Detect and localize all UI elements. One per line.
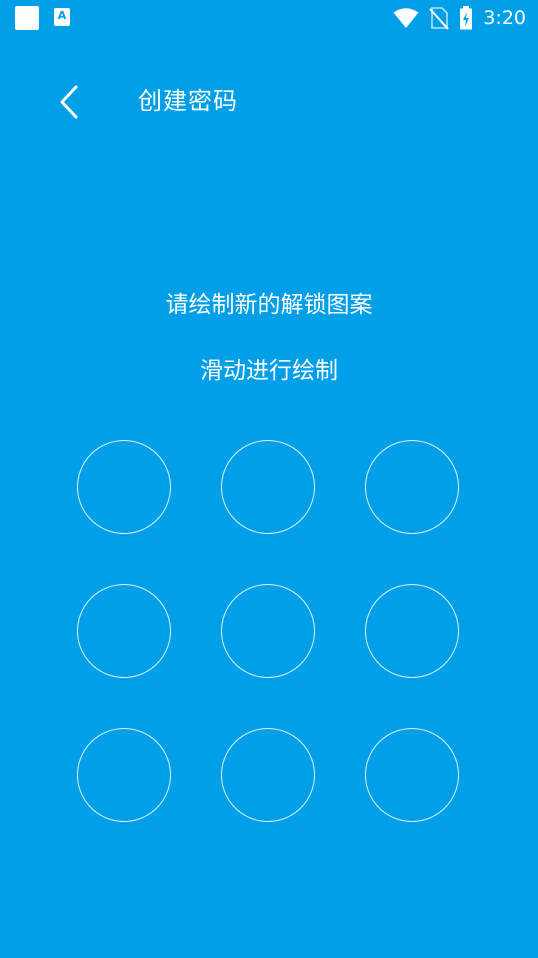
pattern-dot-8[interactable] <box>221 728 315 822</box>
pattern-hint: 滑动进行绘制 <box>200 358 338 384</box>
pattern-lock-grid[interactable] <box>77 440 461 824</box>
pattern-dot-2[interactable] <box>221 440 315 534</box>
pattern-dot-4[interactable] <box>77 584 171 678</box>
pattern-dot-5[interactable] <box>221 584 315 678</box>
status-bar-system-icons: 3:20 <box>393 5 526 31</box>
back-button[interactable] <box>46 78 94 126</box>
pattern-dot-6[interactable] <box>365 584 459 678</box>
chevron-left-icon <box>60 85 78 119</box>
pattern-dot-1[interactable] <box>77 440 171 534</box>
wifi-icon <box>393 8 419 28</box>
square-notification-icon <box>15 6 39 30</box>
header: 创建密码 <box>0 70 538 134</box>
pattern-prompt: 请绘制新的解锁图案 <box>165 292 373 318</box>
no-sim-icon <box>429 7 450 30</box>
status-bar: A 3:20 <box>0 0 538 36</box>
status-time: 3:20 <box>483 7 526 29</box>
pattern-dot-7[interactable] <box>77 728 171 822</box>
a-notification-icon: A <box>54 8 70 26</box>
pattern-dot-9[interactable] <box>365 728 459 822</box>
pattern-dot-3[interactable] <box>365 440 459 534</box>
battery-charging-icon <box>460 6 473 30</box>
page-title: 创建密码 <box>138 87 238 115</box>
